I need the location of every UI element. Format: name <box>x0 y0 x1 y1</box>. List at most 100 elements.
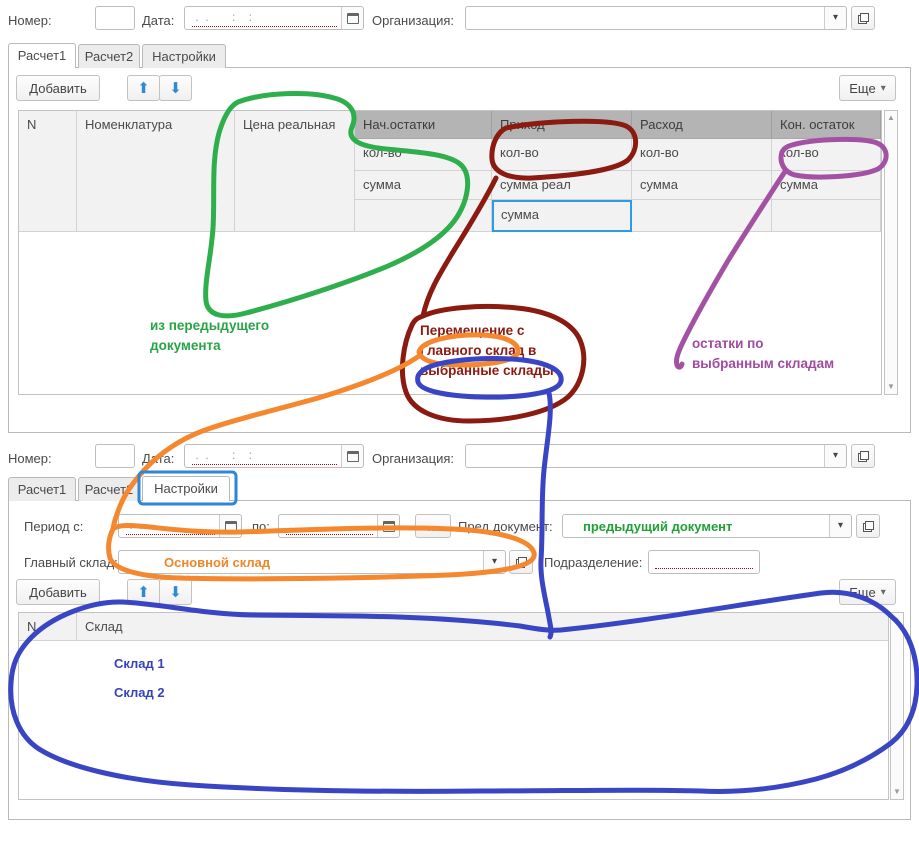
date-label-2: Дата: <box>142 451 174 466</box>
prev-doc-open-button[interactable] <box>856 514 880 538</box>
chevron-down-icon: ▾ <box>833 451 838 461</box>
more-button-label: Еще <box>849 81 875 96</box>
group-header-income[interactable]: Приход <box>492 111 632 139</box>
tab-raschet1-bottom[interactable]: Расчет1 <box>8 477 76 501</box>
open-form-icon <box>863 521 874 532</box>
calendar-icon <box>383 521 395 532</box>
scroll-down-icon[interactable]: ▼ <box>891 788 903 796</box>
col-header-real-price[interactable]: Цена реальная <box>235 111 355 232</box>
open-form-icon <box>858 451 869 462</box>
prev-doc-input[interactable]: предыдущий документ ▾ <box>562 514 852 538</box>
calendar-button-2[interactable] <box>341 445 363 467</box>
add-button-top[interactable]: Добавить <box>16 75 100 101</box>
period-to-placeholder: . . <box>286 518 373 535</box>
open-form-icon <box>516 557 527 568</box>
scrollbar-vertical-bottom[interactable]: ▲ ▼ <box>890 612 904 800</box>
move-up-button-top[interactable]: ⬆ <box>127 75 160 101</box>
tab-raschet2-bottom[interactable]: Расчет2 <box>78 477 140 501</box>
subcol-income-sum-real[interactable]: сумма реал <box>492 171 632 200</box>
subcol-end-sum[interactable]: сумма <box>772 171 881 200</box>
chevron-down-icon: ▾ <box>833 13 838 23</box>
main-warehouse-open-button[interactable] <box>509 550 533 574</box>
arrow-up-icon: ⬆ <box>137 585 150 600</box>
period-to-input[interactable]: . . <box>278 514 400 538</box>
more-button-top[interactable]: Еще▾ <box>839 75 896 101</box>
calendar-icon <box>347 13 359 24</box>
arrow-down-icon: ⬇ <box>169 81 182 96</box>
tab-nastroyki-top[interactable]: Настройки <box>142 44 226 68</box>
subcol-start-empty <box>355 200 492 232</box>
open-form-icon <box>858 13 869 24</box>
org-dropdown-button[interactable]: ▾ <box>824 7 846 29</box>
org-dropdown-button-2[interactable]: ▾ <box>824 445 846 467</box>
calendar-button[interactable] <box>341 7 363 29</box>
group-header-start-balance[interactable]: Нач.остатки <box>355 111 492 139</box>
date-placeholder-2: . . : : <box>192 448 337 465</box>
main-warehouse-dropdown-button[interactable]: ▾ <box>483 551 505 573</box>
calendar-icon <box>225 521 237 532</box>
move-down-button-bottom[interactable]: ⬇ <box>159 579 192 605</box>
group-header-end-balance[interactable]: Кон. остаток <box>772 111 881 139</box>
prev-doc-dropdown-button[interactable]: ▾ <box>829 515 851 537</box>
main-warehouse-value: Основной склад <box>164 555 270 570</box>
main-warehouse-label: Главный склад: <box>24 555 118 570</box>
period-dots-button[interactable]: … <box>415 514 451 538</box>
chevron-down-icon: ▾ <box>492 557 497 567</box>
scrollbar-vertical-top[interactable]: ▲ ▼ <box>884 110 898 395</box>
number-input[interactable] <box>95 6 135 30</box>
org-open-button[interactable] <box>851 6 875 30</box>
division-label: Подразделение: <box>544 555 642 570</box>
prev-doc-label: Пред документ: <box>458 519 553 534</box>
org-input-2[interactable]: ▾ <box>465 444 847 468</box>
date-input-2[interactable]: . . : : <box>184 444 364 468</box>
move-up-button-bottom[interactable]: ⬆ <box>127 579 160 605</box>
number-label-2: Номер: <box>8 451 52 466</box>
more-button-label: Еще <box>849 585 875 600</box>
col-header-n-2[interactable]: N <box>19 613 77 641</box>
main-warehouse-input[interactable]: Основной склад ▾ <box>118 550 506 574</box>
org-label-2: Организация: <box>372 451 454 466</box>
subcol-start-qty[interactable]: кол-во <box>355 139 492 171</box>
scroll-down-icon[interactable]: ▼ <box>885 383 897 391</box>
period-to-label: по: <box>252 519 270 534</box>
col-header-n[interactable]: N <box>19 111 77 232</box>
subcol-start-sum[interactable]: сумма <box>355 171 492 200</box>
calendar-button-from[interactable] <box>219 515 241 537</box>
division-input[interactable] <box>648 550 760 574</box>
calendar-button-to[interactable] <box>377 515 399 537</box>
period-from-placeholder: . . <box>126 518 215 535</box>
col-header-nomenclature[interactable]: Номенклатура <box>77 111 235 232</box>
org-input[interactable]: ▾ <box>465 6 847 30</box>
more-button-bottom[interactable]: Еще▾ <box>839 579 896 605</box>
move-down-button-top[interactable]: ⬇ <box>159 75 192 101</box>
org-open-button-2[interactable] <box>851 444 875 468</box>
subcol-end-empty <box>772 200 881 232</box>
subcol-outcome-empty <box>632 200 772 232</box>
subcol-end-qty[interactable]: кол-во <box>772 139 881 171</box>
date-label: Дата: <box>142 13 174 28</box>
tab-raschet2-top[interactable]: Расчет2 <box>78 44 140 68</box>
subcol-income-sum-selected[interactable]: сумма <box>492 200 632 232</box>
annotation-red-note: Перемещение с Главного склад в выбранные… <box>420 321 570 381</box>
subcol-income-qty[interactable]: кол-во <box>492 139 632 171</box>
calendar-icon <box>347 451 359 462</box>
period-from-input[interactable]: . . <box>118 514 242 538</box>
date-placeholder: . . : : <box>192 10 337 27</box>
number-label: Номер: <box>8 13 52 28</box>
scroll-up-icon[interactable]: ▲ <box>885 114 897 122</box>
warehouse-table: N Склад <box>18 612 889 800</box>
col-header-warehouse[interactable]: Склад <box>77 613 888 641</box>
subcol-outcome-qty[interactable]: кол-во <box>632 139 772 171</box>
date-input[interactable]: . . : : <box>184 6 364 30</box>
arrow-up-icon: ⬆ <box>137 81 150 96</box>
tab-raschet1-top[interactable]: Расчет1 <box>8 43 76 68</box>
group-header-outcome[interactable]: Расход <box>632 111 772 139</box>
annotation-purple-note: остатки по выбранным складам <box>692 334 852 374</box>
number-input-2[interactable] <box>95 444 135 468</box>
prev-doc-value: предыдущий документ <box>583 519 732 534</box>
scroll-up-icon[interactable]: ▲ <box>891 616 903 624</box>
add-button-bottom[interactable]: Добавить <box>16 579 100 605</box>
subcol-outcome-sum[interactable]: сумма <box>632 171 772 200</box>
tab-nastroyki-bottom[interactable]: Настройки <box>142 476 230 501</box>
chevron-down-icon: ▾ <box>838 521 843 531</box>
